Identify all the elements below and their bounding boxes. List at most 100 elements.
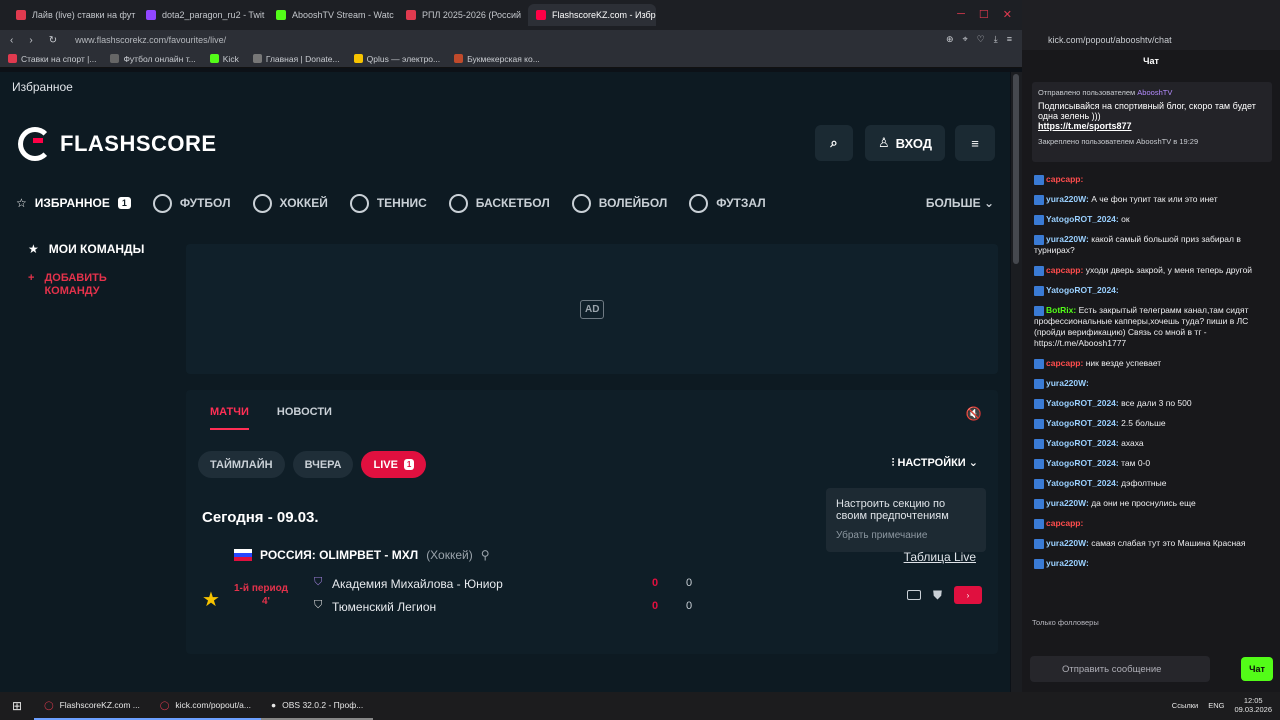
bookmark[interactable]: Главная | Donate...: [252, 54, 340, 64]
browser-tab[interactable]: Лайв (live) ставки на фут: [8, 4, 136, 26]
chevron-down-icon: ⌄: [968, 457, 978, 469]
nav-favourites[interactable]: ☆ ИЗБРАННОЕ 1: [16, 196, 131, 210]
menu-icon[interactable]: ≡: [1007, 34, 1012, 45]
favourite-star-icon[interactable]: ★: [202, 587, 220, 612]
chat-username[interactable]: capcapp:: [1046, 358, 1083, 368]
browser-tab[interactable]: AbooshTV Stream - Watc: [268, 4, 396, 26]
back-icon[interactable]: ‹: [10, 35, 13, 46]
chip-live[interactable]: LIVE 1: [361, 451, 427, 478]
ad-banner[interactable]: AD: [186, 244, 998, 374]
menu-icon: ≡: [971, 135, 979, 151]
scrollbar-thumb[interactable]: [1013, 74, 1019, 264]
browser-tab[interactable]: РПЛ 2025-2026 (Россий: [398, 4, 526, 26]
chip-timeline[interactable]: ТАЙМЛАЙН: [198, 451, 285, 478]
chevron-down-icon: ⌄: [983, 196, 994, 210]
chat-username[interactable]: YatogoROT_2024:: [1046, 418, 1119, 428]
match-row[interactable]: ★ 1-й период 4' ⛉ ⛉ Академия Михайлова - …: [202, 576, 992, 624]
chat-username[interactable]: YatogoROT_2024:: [1046, 438, 1119, 448]
live-table-link[interactable]: Таблица Live: [904, 550, 976, 564]
taskbar-item[interactable]: ◯ kick.com/popout/a...: [149, 692, 261, 720]
zoom-icon[interactable]: ⊕: [946, 34, 954, 45]
chat-message: YatogoROT_2024: ок: [1034, 214, 1272, 225]
tab-news[interactable]: НОВОСТИ: [277, 406, 332, 430]
panel-tabs: МАТЧИ НОВОСТИ: [210, 406, 332, 430]
window-controls: ─ ☐ ✕: [957, 8, 1012, 21]
bookmark[interactable]: Футбол онлайн т...: [110, 54, 196, 64]
download-icon[interactable]: ⤓: [994, 34, 998, 45]
settings-button[interactable]: ⫶ НАСТРОЙКИ ⌄: [892, 456, 978, 470]
forward-icon[interactable]: ›: [29, 35, 32, 46]
chat-username[interactable]: YatogoROT_2024:: [1046, 214, 1119, 224]
hockey-icon: [252, 193, 272, 213]
home-score: 0: [652, 577, 659, 589]
opera-icon: ◯: [44, 699, 54, 710]
dismiss-tooltip-link[interactable]: Убрать примечание: [836, 530, 976, 541]
nav-volleyball[interactable]: ВОЛЕЙБОЛ: [571, 193, 667, 213]
tab-matches[interactable]: МАТЧИ: [210, 406, 249, 430]
clock[interactable]: 12:05 09.03.2026: [1234, 696, 1272, 714]
sliders-icon: ⫶: [891, 457, 895, 469]
chat-username[interactable]: yura220W:: [1046, 558, 1089, 568]
chip-yesterday[interactable]: ВЧЕРА: [292, 451, 354, 478]
pinned-link[interactable]: https://t.me/sports877: [1038, 121, 1266, 131]
maximize-icon[interactable]: ☐: [979, 8, 989, 21]
taskbar-item[interactable]: ◯ FlashscoreKZ.com ...: [34, 692, 150, 720]
matches-panel: МАТЧИ НОВОСТИ 🔇 ТАЙМЛАЙН ВЧЕРА LIVE 1 ⫶ Н…: [186, 390, 998, 654]
pin-icon[interactable]: ⌖: [963, 34, 968, 45]
nav-football[interactable]: ФУТБОЛ: [152, 193, 231, 213]
bookmark[interactable]: Qplus — электро...: [353, 54, 440, 64]
bet-live-icon[interactable]: ›: [954, 586, 982, 604]
chat-username[interactable]: capcapp:: [1046, 265, 1083, 275]
league-header[interactable]: РОССИЯ: OLIMPBET - МХЛ (Хоккей) ⚲: [234, 548, 490, 562]
bookmark[interactable]: Kick: [209, 54, 239, 64]
bookmark[interactable]: Ставки на спорт |...: [8, 54, 96, 64]
mute-icon[interactable]: 🔇: [966, 406, 982, 422]
settings-tooltip: Настроить секцию по своим предпочтениям …: [826, 488, 986, 552]
chat-username[interactable]: capcapp:: [1046, 518, 1083, 528]
bookmark[interactable]: Букмекерская ко...: [454, 54, 540, 64]
login-button[interactable]: ♙ ВХОД: [865, 125, 945, 161]
chat-username[interactable]: YatogoROT_2024:: [1046, 478, 1119, 488]
pin-icon[interactable]: ⚲: [481, 548, 490, 562]
favicon-icon: [406, 10, 416, 20]
opera-icon: ◯: [159, 699, 170, 710]
page-scrollbar[interactable]: [1011, 72, 1022, 692]
heart-icon[interactable]: ♡: [977, 34, 985, 45]
nav-tennis[interactable]: ТЕННИС: [349, 193, 427, 213]
taskbar-item[interactable]: ● OBS 32.0.2 - Проф...: [261, 692, 374, 720]
chat-username[interactable]: yura220W:: [1046, 234, 1089, 244]
chat-username[interactable]: YatogoROT_2024:: [1046, 458, 1119, 468]
add-team-button[interactable]: + ДОБАВИТЬ КОМАНДУ: [28, 272, 144, 298]
hamburger-button[interactable]: ≡: [955, 125, 995, 161]
windows-start-icon[interactable]: ⊞: [0, 699, 34, 713]
chat-username[interactable]: BotRix:: [1046, 305, 1076, 315]
nav-basketball[interactable]: БАСКЕТБОЛ: [448, 193, 550, 213]
chat-username[interactable]: yura220W:: [1046, 378, 1089, 388]
chat-username[interactable]: capcapp:: [1046, 174, 1083, 184]
nav-futsal[interactable]: ФУТЗАЛ: [689, 193, 766, 213]
user-badge-icon: [1034, 518, 1044, 529]
url-text[interactable]: www.flashscorekz.com/favourites/live/: [75, 35, 226, 45]
minimize-icon[interactable]: ─: [957, 8, 965, 21]
search-button[interactable]: ⌕: [815, 125, 853, 161]
chat-input[interactable]: Отправить сообщение: [1030, 656, 1210, 682]
shirt-icon[interactable]: ⛊: [933, 588, 942, 603]
user-badge-icon: [1034, 438, 1044, 449]
nav-hockey[interactable]: ХОККЕЙ: [252, 193, 328, 213]
browser-tab-active[interactable]: FlashscoreKZ.com - Избр: [528, 4, 656, 26]
browser-tab[interactable]: dota2_paragon_ru2 - Twit: [138, 4, 266, 26]
chat-text: ахаха: [1121, 438, 1144, 448]
nav-more[interactable]: БОЛЬШЕ ⌄: [926, 196, 994, 210]
reload-icon[interactable]: ↻: [49, 35, 57, 46]
close-icon[interactable]: ✕: [1003, 8, 1012, 21]
chat-username[interactable]: YatogoROT_2024:: [1046, 285, 1119, 295]
chat-text: там 0-0: [1121, 458, 1151, 468]
flashscore-logo[interactable]: FLASHSCORE: [18, 127, 217, 161]
chat-username[interactable]: yura220W:: [1046, 194, 1089, 204]
chat-username[interactable]: yura220W:: [1046, 538, 1089, 548]
screen: Лайв (live) ставки на фут dota2_paragon_…: [0, 0, 1280, 720]
tv-icon[interactable]: [906, 590, 921, 600]
chat-username[interactable]: yura220W:: [1046, 498, 1089, 508]
chat-username[interactable]: YatogoROT_2024:: [1046, 398, 1119, 408]
chat-send-button[interactable]: Чат: [1241, 657, 1273, 681]
